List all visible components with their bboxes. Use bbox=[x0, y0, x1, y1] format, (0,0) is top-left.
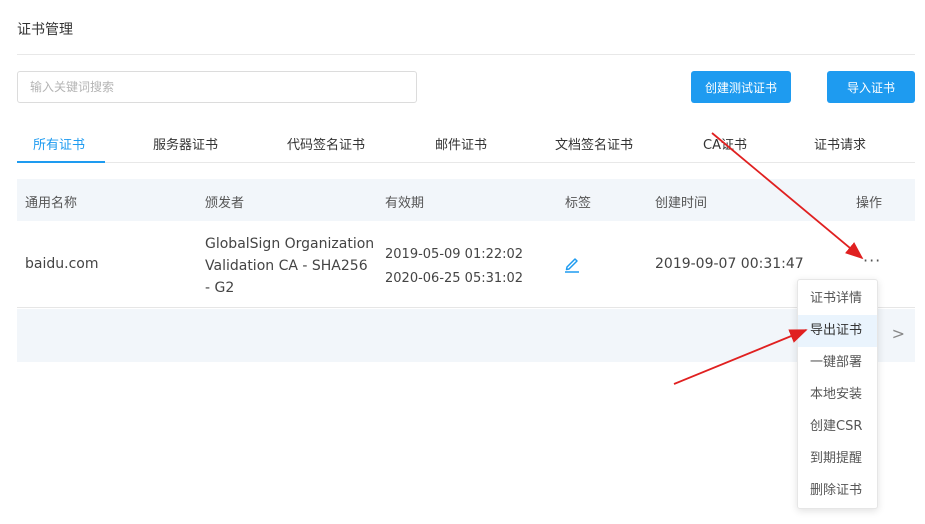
pencil-icon[interactable] bbox=[563, 254, 581, 274]
search-input[interactable] bbox=[17, 71, 417, 103]
active-tab-indicator bbox=[17, 161, 105, 163]
column-header-common-name: 通用名称 bbox=[25, 196, 78, 211]
menu-item-expiry-reminder[interactable]: 到期提醒 bbox=[798, 443, 877, 475]
row-actions-menu: 证书详情 导出证书 一键部署 本地安装 创建CSR 到期提醒 删除证书 bbox=[797, 279, 878, 509]
import-certificate-button[interactable]: 导入证书 bbox=[827, 71, 915, 103]
next-page-button[interactable]: > bbox=[892, 324, 905, 343]
menu-item-create-csr[interactable]: 创建CSR bbox=[798, 411, 877, 443]
create-test-certificate-button[interactable]: 创建测试证书 bbox=[691, 71, 791, 103]
tab-code-signing-certificates[interactable]: 代码签名证书 bbox=[287, 134, 365, 153]
common-name-cell: baidu.com bbox=[25, 256, 99, 272]
tab-certificate-requests[interactable]: 证书请求 bbox=[814, 134, 866, 153]
menu-item-delete-certificate[interactable]: 删除证书 bbox=[798, 475, 877, 507]
issuer-cell: GlobalSign Organization Validation CA - … bbox=[205, 233, 374, 299]
column-header-tag: 标签 bbox=[565, 196, 592, 211]
valid-to: 2020-06-25 05:31:02 bbox=[385, 271, 524, 286]
tab-server-certificates[interactable]: 服务器证书 bbox=[153, 134, 218, 153]
table-footer: > bbox=[17, 309, 915, 362]
menu-item-certificate-details[interactable]: 证书详情 bbox=[798, 283, 877, 315]
tab-email-certificates[interactable]: 邮件证书 bbox=[435, 134, 487, 153]
page-title: 证书管理 bbox=[17, 22, 73, 38]
table-row: baidu.com GlobalSign Organization Valida… bbox=[17, 221, 915, 308]
created-time-cell: 2019-09-07 00:31:47 bbox=[655, 256, 804, 272]
certificate-type-tabs: 所有证书 服务器证书 代码签名证书 邮件证书 文档签名证书 CA证书 证书请求 bbox=[17, 124, 915, 163]
more-actions-button[interactable]: ··· bbox=[863, 251, 881, 270]
column-header-actions: 操作 bbox=[856, 196, 883, 211]
column-header-validity: 有效期 bbox=[385, 196, 425, 211]
issuer-line: Validation CA - SHA256 bbox=[205, 258, 368, 274]
column-header-issuer: 颁发者 bbox=[205, 196, 245, 211]
valid-from: 2019-05-09 01:22:02 bbox=[385, 247, 524, 262]
validity-cell: 2019-05-09 01:22:02 2020-06-25 05:31:02 bbox=[385, 243, 523, 291]
tab-document-signing-certificates[interactable]: 文档签名证书 bbox=[555, 134, 633, 153]
table-header: 通用名称 颁发者 有效期 标签 创建时间 操作 bbox=[17, 179, 915, 221]
column-header-created: 创建时间 bbox=[655, 196, 708, 211]
menu-item-local-install[interactable]: 本地安装 bbox=[798, 379, 877, 411]
issuer-line: - G2 bbox=[205, 280, 235, 296]
tab-all-certificates[interactable]: 所有证书 bbox=[33, 134, 85, 153]
menu-item-one-click-deploy[interactable]: 一键部署 bbox=[798, 347, 877, 379]
issuer-line: GlobalSign Organization bbox=[205, 236, 375, 252]
title-divider bbox=[17, 54, 915, 55]
tab-ca-certificates[interactable]: CA证书 bbox=[703, 134, 747, 153]
menu-item-export-certificate[interactable]: 导出证书 bbox=[798, 315, 877, 347]
